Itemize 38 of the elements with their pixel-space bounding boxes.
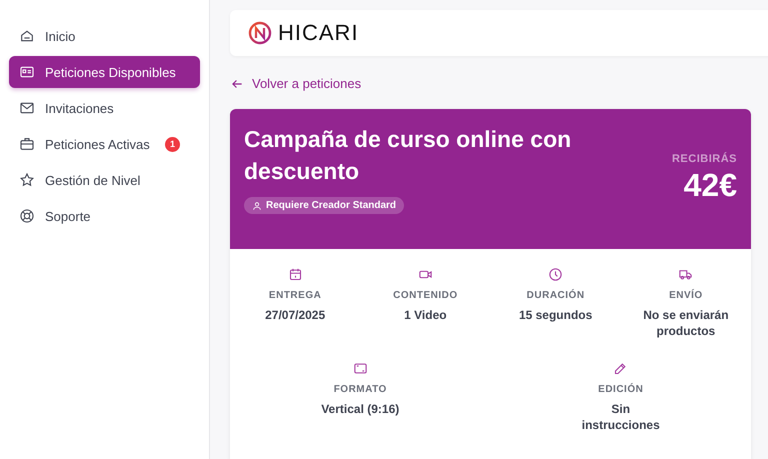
sidebar-item[interactable]: Inicio xyxy=(9,20,200,52)
detail-value: No se enviarán productos xyxy=(642,307,730,339)
notification-badge: 1 xyxy=(165,136,180,152)
person-icon xyxy=(252,200,262,210)
mail-icon xyxy=(19,100,35,116)
truck-icon xyxy=(678,267,694,282)
card-icon xyxy=(19,64,35,80)
sidebar-item[interactable]: Gestión de Nivel xyxy=(9,164,200,196)
lifebuoy-icon xyxy=(19,208,35,224)
logo-icon xyxy=(248,21,272,45)
detail-label: ENVÍO xyxy=(669,290,703,301)
payout-amount: 42€ xyxy=(682,167,737,204)
clock-icon xyxy=(548,267,564,282)
detail-label: EDICIÓN xyxy=(598,384,644,395)
detail-label: ENTREGA xyxy=(268,290,322,301)
payout-label: RECIBIRÁS xyxy=(672,153,737,165)
detail-value: 1 Video xyxy=(404,307,447,323)
detail-label: FORMATO xyxy=(334,384,387,395)
requirement-text: Requiere Creador Standard xyxy=(266,200,396,211)
frame-icon xyxy=(352,361,368,376)
pencil-icon xyxy=(613,361,628,376)
briefcase-icon xyxy=(19,136,35,152)
back-link[interactable]: Volver a peticiones xyxy=(230,76,362,91)
home-icon xyxy=(19,28,35,44)
detail-value: 27/07/2025 xyxy=(265,307,326,323)
star-icon xyxy=(19,172,35,188)
detail-value: Sin instrucciones xyxy=(580,401,661,433)
sidebar-item[interactable]: Peticiones Disponibles xyxy=(9,56,200,88)
sidebar-item[interactable]: Soporte xyxy=(9,200,200,232)
campaign-title: Campaña de curso online con descuento xyxy=(244,125,572,186)
sidebar-item[interactable]: Peticiones Activas 1 xyxy=(9,128,200,160)
detail-value: 15 segundos xyxy=(518,307,592,323)
sidebar-item[interactable]: Invitaciones xyxy=(9,92,200,124)
detail-value: Vertical (9:16) xyxy=(321,401,400,417)
calendar-icon xyxy=(288,267,303,282)
logo-text: HICARI xyxy=(278,20,359,46)
detail-label: DURACIÓN xyxy=(526,290,585,301)
detail-label: CONTENIDO xyxy=(393,290,458,301)
